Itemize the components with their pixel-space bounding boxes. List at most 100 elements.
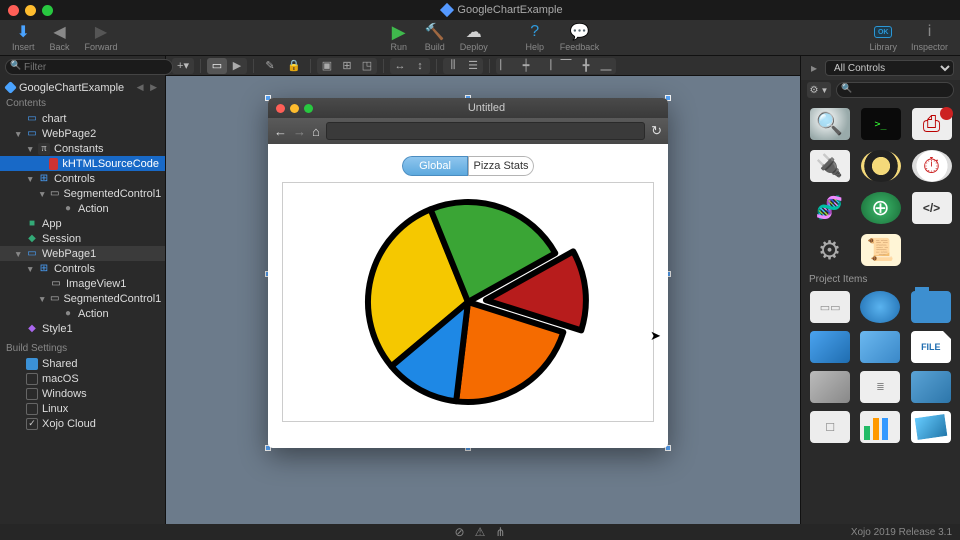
library-button[interactable]: OKLibrary bbox=[863, 21, 903, 54]
tree-item-action2[interactable]: ●Action bbox=[0, 306, 165, 321]
lib-item-viewer[interactable]: 🔍 bbox=[810, 108, 850, 140]
lib-item-class[interactable] bbox=[810, 331, 850, 363]
run-button[interactable]: ▶Run bbox=[382, 21, 416, 54]
order-back-button[interactable]: ◳ bbox=[357, 58, 377, 74]
segment-pizza[interactable]: Pizza Stats bbox=[468, 156, 534, 176]
close-icon[interactable] bbox=[276, 104, 285, 113]
add-control-button[interactable]: +▾ bbox=[172, 58, 194, 74]
navigator-filter-input[interactable] bbox=[5, 59, 173, 75]
close-icon[interactable] bbox=[8, 5, 19, 16]
lib-item-reel[interactable] bbox=[861, 150, 901, 182]
tree-item-app[interactable]: ■App bbox=[0, 216, 165, 231]
nav-pager-icons[interactable]: ◀ ▶ bbox=[137, 82, 159, 93]
align-right-button[interactable]: ⎹ bbox=[536, 58, 556, 74]
lib-item-page[interactable]: ▭▭ bbox=[810, 291, 850, 323]
lib-item-toolbar[interactable]: ≣ bbox=[860, 371, 900, 403]
align-hcenter-button[interactable]: ┿ bbox=[516, 58, 536, 74]
segmented-control[interactable]: Global Pizza Stats bbox=[402, 156, 534, 176]
tree-item-seg1[interactable]: ▼▭SegmentedControl1 bbox=[0, 186, 165, 201]
tree-item-linux[interactable]: Linux bbox=[0, 401, 165, 416]
align-vcenter-button[interactable]: ╋ bbox=[576, 58, 596, 74]
tree-item-seg2[interactable]: ▼▭SegmentedControl1 bbox=[0, 291, 165, 306]
tree-item-imageview[interactable]: ▭ImageView1 bbox=[0, 276, 165, 291]
tree-item-windows[interactable]: Windows bbox=[0, 386, 165, 401]
reload-icon[interactable]: ↻ bbox=[651, 123, 662, 139]
insert-button[interactable]: ⬇Insert bbox=[6, 21, 41, 54]
deploy-button[interactable]: ☁Deploy bbox=[454, 21, 494, 54]
tree-item-shared[interactable]: Shared bbox=[0, 356, 165, 371]
edit-icon[interactable]: ✎ bbox=[260, 58, 280, 74]
tree-item-controls[interactable]: ▼⊞Controls bbox=[0, 171, 165, 186]
home-icon[interactable]: ⌂ bbox=[312, 124, 320, 139]
cloud-up-icon: ☁ bbox=[466, 23, 482, 41]
tree-item-controls2[interactable]: ▼⊞Controls bbox=[0, 261, 165, 276]
tree-item-constants[interactable]: ▼πConstants bbox=[0, 141, 165, 156]
lib-item-window[interactable]: ☐ bbox=[810, 411, 850, 443]
zoom-icon[interactable] bbox=[304, 104, 313, 113]
tree-item-chart[interactable]: ▭chart bbox=[0, 111, 165, 126]
lib-item-container[interactable] bbox=[810, 371, 850, 403]
fill-width-button[interactable]: ↔ bbox=[390, 58, 410, 74]
lib-item-report[interactable] bbox=[911, 371, 951, 403]
lib-item-gear[interactable]: ⚙ bbox=[810, 234, 850, 266]
segment-global[interactable]: Global bbox=[402, 156, 468, 176]
tree-item-khtml[interactable]: kHTMLSourceCode bbox=[0, 156, 165, 171]
feedback-button[interactable]: 💬Feedback bbox=[554, 21, 606, 54]
tree-root[interactable]: GoogleChartExample ◀ ▶ bbox=[0, 80, 165, 95]
url-field[interactable] bbox=[326, 122, 645, 140]
lib-item-plug[interactable]: 🔌 bbox=[810, 150, 850, 182]
lib-item-file[interactable]: FILE bbox=[911, 331, 951, 363]
warnings-icon[interactable]: ⚠ bbox=[475, 525, 486, 539]
popout-icon[interactable]: ▸ bbox=[807, 61, 821, 75]
event-icon: ● bbox=[62, 203, 74, 215]
errors-icon[interactable]: ⊘ bbox=[455, 525, 465, 539]
align-top-button[interactable]: ⎺ bbox=[556, 58, 576, 74]
help-button[interactable]: ?Help bbox=[518, 21, 552, 54]
layout-mode-button[interactable]: ▭ bbox=[207, 58, 227, 74]
tree-item-macos[interactable]: macOS bbox=[0, 371, 165, 386]
lib-item-terminal[interactable]: >_ bbox=[861, 108, 901, 140]
lib-item-module[interactable] bbox=[860, 331, 900, 363]
lib-item-timer[interactable]: ⏱ bbox=[912, 150, 952, 182]
window-controls bbox=[8, 5, 53, 16]
library-category-select[interactable]: All Controls bbox=[825, 60, 954, 76]
minimize-icon[interactable] bbox=[290, 104, 299, 113]
wifi-icon[interactable]: ⋔ bbox=[495, 525, 505, 539]
lib-item-usb[interactable]: ⎙ bbox=[912, 108, 952, 140]
lib-item-web[interactable]: ⊕ bbox=[861, 192, 901, 224]
lib-item-chart[interactable] bbox=[860, 411, 900, 443]
library-settings-button[interactable]: ⚙▼ bbox=[807, 82, 831, 98]
canvas[interactable]: Untitled ← → ⌂ ↻ Global Pizza Stats bbox=[166, 76, 800, 524]
back-button[interactable]: ◀Back bbox=[43, 21, 77, 54]
lib-item-folder[interactable] bbox=[911, 291, 951, 323]
order-grid-button[interactable]: ⊞ bbox=[337, 58, 357, 74]
preview-window[interactable]: Untitled ← → ⌂ ↻ Global Pizza Stats bbox=[268, 98, 668, 448]
align-bottom-button[interactable]: ⎽ bbox=[596, 58, 616, 74]
order-front-button[interactable]: ▣ bbox=[317, 58, 337, 74]
minimize-icon[interactable] bbox=[25, 5, 36, 16]
forward-button[interactable]: ▶Forward bbox=[79, 21, 124, 54]
tree-item-style1[interactable]: ◆Style1 bbox=[0, 321, 165, 336]
tree-item-webpage2[interactable]: ▼▭WebPage2 bbox=[0, 126, 165, 141]
code-mode-button[interactable]: ▶ bbox=[227, 58, 247, 74]
tree-item-session[interactable]: ◆Session bbox=[0, 231, 165, 246]
lib-item-globe[interactable] bbox=[860, 291, 900, 323]
nav-forward-icon[interactable]: → bbox=[293, 124, 306, 139]
lock-icon[interactable]: 🔒 bbox=[284, 58, 304, 74]
tree-item-action[interactable]: ●Action bbox=[0, 201, 165, 216]
space-v-button[interactable]: ☰ bbox=[463, 58, 483, 74]
align-left-button[interactable]: ⎸ bbox=[496, 58, 516, 74]
inspector-button[interactable]: iInspector bbox=[905, 21, 954, 54]
lib-item-script[interactable]: 📜 bbox=[861, 234, 901, 266]
space-h-button[interactable]: ⫼ bbox=[443, 58, 463, 74]
tree-item-cloud[interactable]: Xojo Cloud bbox=[0, 416, 165, 431]
lib-item-images[interactable] bbox=[911, 411, 951, 443]
fill-height-button[interactable]: ↕ bbox=[410, 58, 430, 74]
lib-item-xml[interactable]: </> bbox=[912, 192, 952, 224]
nav-back-icon[interactable]: ← bbox=[274, 124, 287, 139]
zoom-icon[interactable] bbox=[42, 5, 53, 16]
tree-item-webpage1[interactable]: ▼▭WebPage1 bbox=[0, 246, 165, 261]
build-button[interactable]: 🔨Build bbox=[418, 21, 452, 54]
library-search-input[interactable] bbox=[836, 82, 954, 98]
lib-item-thread[interactable]: 🧬 bbox=[810, 192, 850, 224]
